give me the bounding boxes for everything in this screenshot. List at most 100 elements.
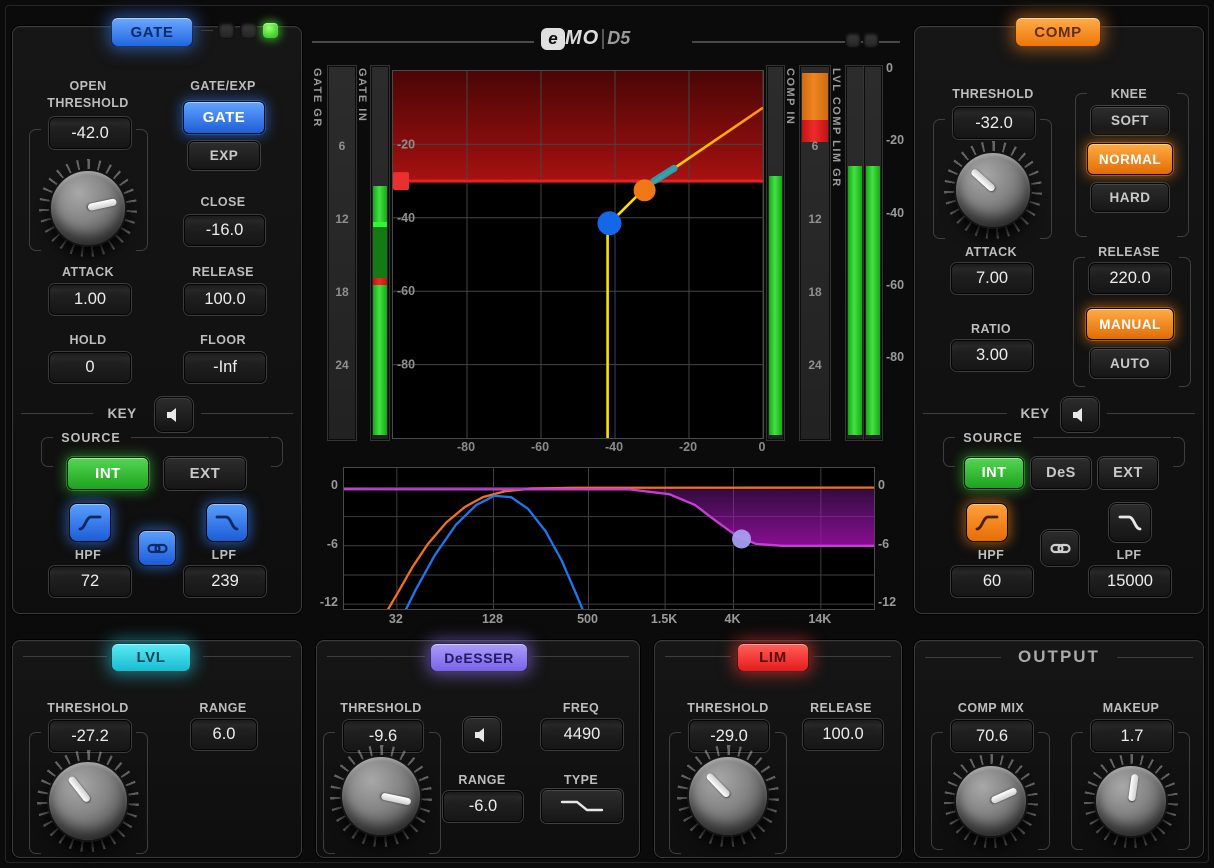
meter-scale-label: 6	[338, 139, 346, 154]
gate-open-threshold-knob[interactable]	[39, 159, 137, 257]
comp-key-listen-button[interactable]	[1061, 397, 1099, 432]
bracket	[1071, 732, 1083, 850]
lim-section-button[interactable]: LIM	[737, 643, 809, 672]
lvl-section-button[interactable]: LVL	[111, 643, 191, 672]
limit-line	[393, 179, 763, 183]
comp-attack-value[interactable]: 7.00	[951, 263, 1033, 294]
deesser-freq-label: FREQ	[562, 701, 600, 715]
gate-mode-exp-button[interactable]: EXP	[188, 141, 260, 170]
meter-db-scale-label: 0	[886, 61, 893, 75]
comp-threshold-label: THRESHOLD	[952, 87, 1034, 101]
bracket	[41, 437, 53, 467]
freq-tick-label: 32	[388, 612, 403, 626]
db-tick-label: -12	[319, 595, 338, 610]
comp-hpf-value[interactable]: 60	[951, 566, 1033, 597]
deesser-panel: DeESSER THRESHOLD -9.6 FREQ 4490 RANGE -…	[316, 640, 640, 858]
output-makeup-label: MAKEUP	[1102, 701, 1160, 715]
comp-knee-soft-button[interactable]: SOFT	[1091, 106, 1169, 135]
bracket	[1075, 93, 1087, 237]
comp-threshold-value[interactable]: -32.0	[953, 107, 1035, 139]
deesser-freq-handle[interactable]	[732, 529, 752, 549]
output-comp-mix-value[interactable]: 70.6	[951, 720, 1033, 752]
gate-hpf-enable-button[interactable]	[69, 503, 111, 542]
comp-section-button[interactable]: COMP	[1015, 17, 1101, 47]
deesser-freq-value[interactable]: 4490	[541, 719, 623, 750]
logo-divider	[602, 28, 605, 49]
deesser-range-value[interactable]: -6.0	[443, 791, 523, 822]
comp-release-value[interactable]: 220.0	[1089, 263, 1171, 294]
gate-hold-value[interactable]: 0	[49, 352, 131, 383]
gate-filter-link-button[interactable]	[138, 530, 176, 566]
gate-lpf-enable-button[interactable]	[206, 503, 248, 542]
comp-release-manual-button[interactable]: MANUAL	[1086, 308, 1174, 340]
out-gr-meter-label: LVL COMP LIM GR	[830, 68, 842, 188]
comp-lpf-value[interactable]: 15000	[1089, 566, 1171, 597]
output-makeup-knob[interactable]	[1084, 754, 1178, 848]
deesser-range-label: RANGE	[458, 773, 506, 787]
comp-lpf-enable-button[interactable]	[1109, 503, 1151, 542]
limit-handle[interactable]	[393, 172, 409, 191]
divider	[665, 656, 731, 657]
lvl-range-value[interactable]: 6.0	[191, 719, 257, 750]
comp-release-auto-button[interactable]: AUTO	[1090, 348, 1170, 378]
lim-release-value[interactable]: 100.0	[803, 719, 883, 750]
gate-attack-value[interactable]: 1.00	[49, 284, 131, 315]
transfer-plot-x-axis: -80 -60 -40 -20 0	[392, 440, 766, 458]
meter-scale-label: 12	[335, 212, 349, 227]
comp-knee-normal-button[interactable]: NORMAL	[1087, 143, 1173, 175]
bracket	[933, 119, 945, 239]
speaker-icon	[475, 727, 484, 742]
bracket	[1178, 732, 1190, 850]
gate-threshold-handle[interactable]	[597, 211, 622, 236]
comp-threshold-handle[interactable]	[633, 179, 656, 202]
lvl-threshold-value[interactable]: -27.2	[49, 720, 131, 752]
bracket	[1177, 93, 1189, 237]
bracket	[1173, 437, 1185, 467]
meter-segment	[373, 277, 387, 285]
comp-source-des-button[interactable]: DeS	[1031, 457, 1091, 489]
divider	[813, 656, 891, 657]
lim-release-label: RELEASE	[810, 701, 872, 715]
bracket	[1073, 257, 1085, 387]
x-tick-label: -40	[604, 440, 624, 454]
lim-threshold-knob[interactable]	[677, 745, 779, 847]
gate-floor-value[interactable]: -Inf	[184, 352, 266, 383]
freq-tick-label: 14K	[808, 612, 832, 626]
comp-hpf-enable-button[interactable]	[966, 503, 1008, 542]
comp-lpf-label: LPF	[1116, 548, 1142, 562]
comp-in-meter-label: COMP IN	[784, 68, 796, 126]
comp-source-ext-button[interactable]: EXT	[1098, 457, 1158, 489]
comp-knee-hard-button[interactable]: HARD	[1091, 183, 1169, 212]
gate-source-int-button[interactable]: INT	[67, 457, 149, 490]
divider	[1033, 437, 1171, 438]
deesser-section-button[interactable]: DeESSER	[430, 643, 528, 672]
comp-source-int-button[interactable]: INT	[964, 457, 1024, 489]
deesser-listen-button[interactable]	[463, 717, 501, 752]
highpass-filter-icon	[975, 515, 999, 531]
comp-attack-label: ATTACK	[965, 245, 1017, 259]
gate-release-value[interactable]: 100.0	[184, 284, 266, 315]
lvl-threshold-knob[interactable]	[37, 750, 139, 852]
divider	[1107, 413, 1195, 414]
divider	[23, 656, 107, 657]
gate-close-value[interactable]: -16.0	[184, 215, 265, 246]
output-makeup-value[interactable]: 1.7	[1091, 720, 1173, 752]
comp-filter-link-button[interactable]	[1041, 530, 1079, 566]
bracket	[943, 437, 955, 467]
output-comp-mix-knob[interactable]	[944, 754, 1038, 848]
deesser-threshold-knob[interactable]	[330, 745, 432, 847]
divider	[203, 656, 291, 657]
gate-hpf-value[interactable]: 72	[49, 566, 131, 597]
gate-mode-gate-button[interactable]: GATE	[183, 101, 265, 134]
gate-key-listen-button[interactable]	[155, 397, 193, 432]
gate-gr-meter: 6 12 18 24	[328, 66, 356, 440]
gate-open-threshold-value[interactable]: -42.0	[49, 117, 131, 149]
comp-threshold-knob[interactable]	[944, 141, 1042, 239]
deesser-type-button[interactable]	[541, 789, 623, 823]
gate-source-ext-button[interactable]: EXT	[164, 457, 246, 490]
comp-ratio-value[interactable]: 3.00	[951, 340, 1033, 371]
gate-section-button[interactable]: GATE	[111, 17, 193, 47]
meter-segment	[373, 185, 387, 222]
gate-lpf-value[interactable]: 239	[184, 566, 266, 597]
bracket	[1040, 119, 1052, 239]
